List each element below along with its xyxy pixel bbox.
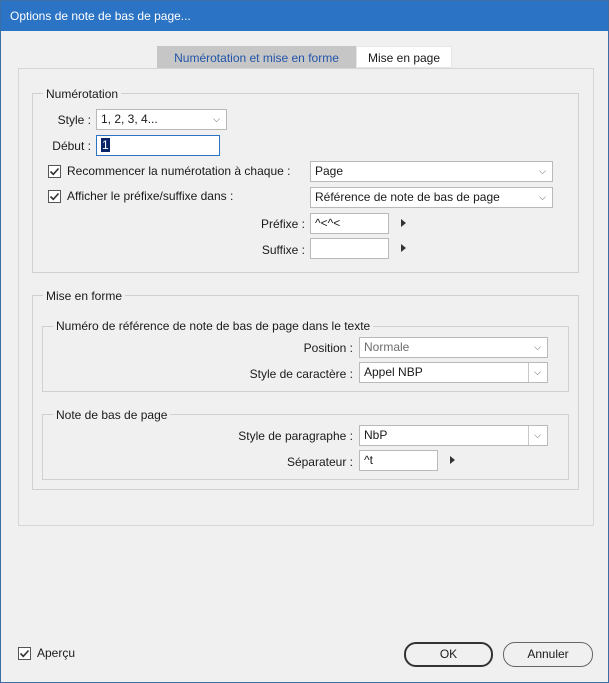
para-style-label: Style de paragraphe :	[238, 429, 353, 443]
cancel-button[interactable]: Annuler	[503, 642, 593, 667]
restart-label: Recommencer la numérotation à chaque :	[67, 164, 291, 178]
chevron-down-icon: ⌵	[534, 342, 541, 352]
debut-input[interactable]: 1	[96, 135, 220, 156]
debut-input-value: 1	[101, 138, 110, 152]
separateur-input[interactable]: ^t	[359, 450, 438, 471]
numerotation-legend: Numérotation	[43, 87, 122, 101]
char-style-dropdown[interactable]: Appel NBP ⌵	[359, 362, 548, 383]
style-dropdown-value: 1, 2, 3, 4...	[101, 112, 158, 126]
prefixe-menu-arrow-icon[interactable]	[401, 219, 406, 227]
prefix-dropdown[interactable]: Référence de note de bas de page ⌵	[310, 187, 553, 208]
style-dropdown[interactable]: 1, 2, 3, 4... ⌵	[96, 109, 227, 130]
prefixe-label: Préfixe :	[260, 217, 305, 231]
note-group-legend: Note de bas de page	[53, 408, 171, 422]
chevron-down-icon: ⌵	[539, 166, 546, 176]
suffixe-label: Suffixe :	[261, 243, 305, 257]
position-dropdown[interactable]: Normale ⌵	[359, 337, 548, 358]
separateur-menu-arrow-icon[interactable]	[450, 456, 455, 464]
prefixe-input[interactable]: ^<^<	[310, 213, 389, 234]
dropdown-separator	[528, 363, 529, 382]
apercu-checkbox[interactable]	[18, 647, 31, 660]
tab-mise-en-page[interactable]: Mise en page	[356, 46, 452, 68]
restart-dropdown[interactable]: Page ⌵	[310, 161, 553, 182]
window-title: Options de note de bas de page...	[10, 9, 191, 23]
ref-group-legend: Numéro de référence de note de bas de pa…	[53, 319, 374, 333]
prefix-dropdown-value: Référence de note de bas de page	[315, 190, 500, 204]
check-icon	[49, 192, 60, 201]
para-style-dropdown-value: NbP	[364, 428, 388, 442]
tab-numerotation[interactable]: Numérotation et mise en forme	[157, 46, 356, 68]
prefix-label: Afficher le préfixe/suffixe dans :	[67, 189, 234, 203]
dialog-window: Options de note de bas de page... Numéro…	[0, 0, 609, 683]
title-bar: Options de note de bas de page...	[1, 1, 608, 31]
suffixe-input[interactable]	[310, 238, 389, 259]
separateur-label: Séparateur :	[286, 455, 353, 469]
check-icon	[19, 649, 30, 658]
para-style-dropdown[interactable]: NbP ⌵	[359, 425, 548, 446]
position-label: Position :	[303, 341, 353, 355]
chevron-down-icon: ⌵	[213, 114, 220, 124]
char-style-label: Style de caractère :	[249, 367, 353, 381]
restart-dropdown-value: Page	[315, 164, 344, 178]
chevron-down-icon: ⌵	[539, 192, 546, 202]
char-style-dropdown-value: Appel NBP	[364, 365, 423, 379]
note-group	[42, 414, 569, 480]
suffixe-menu-arrow-icon[interactable]	[401, 244, 406, 252]
prefix-checkbox[interactable]	[48, 190, 61, 203]
chevron-down-icon: ⌵	[534, 367, 541, 377]
check-icon	[49, 167, 60, 176]
chevron-down-icon: ⌵	[534, 430, 541, 440]
mise-en-forme-legend: Mise en forme	[43, 289, 126, 303]
restart-checkbox[interactable]	[48, 165, 61, 178]
position-dropdown-value: Normale	[364, 340, 410, 354]
apercu-label: Aperçu	[37, 646, 76, 660]
debut-label: Début :	[52, 139, 91, 153]
style-label: Style :	[57, 113, 91, 127]
ok-button[interactable]: OK	[404, 642, 493, 667]
dropdown-separator	[528, 426, 529, 445]
